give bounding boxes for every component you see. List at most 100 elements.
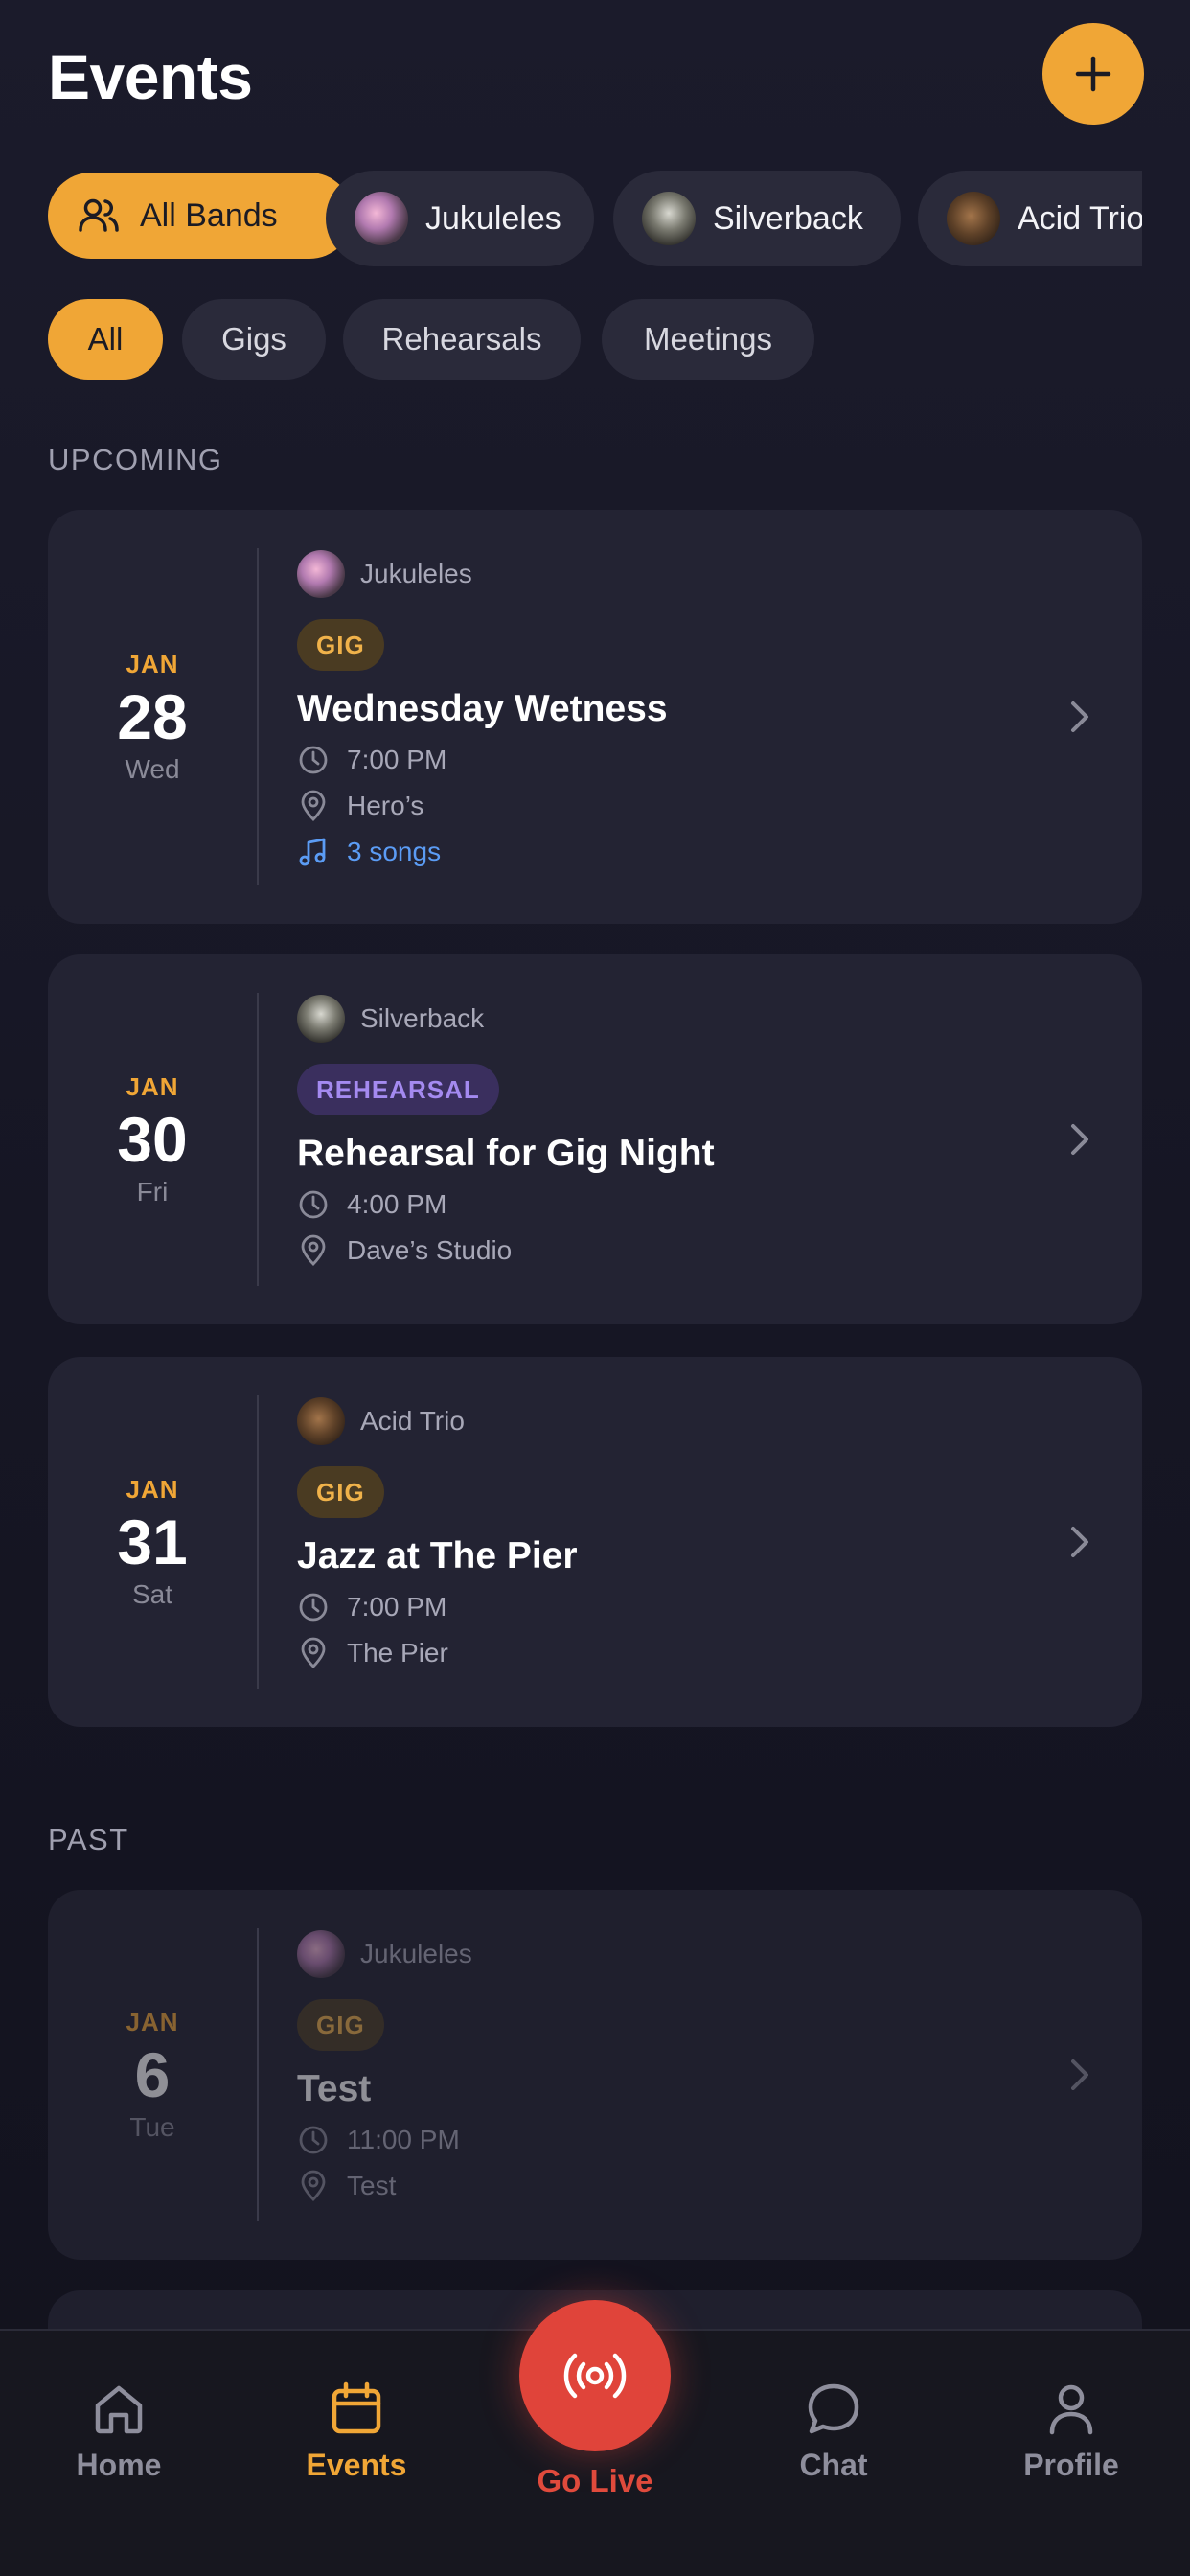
clock-icon: [299, 2126, 328, 2154]
type-chip-rehearsals[interactable]: Rehearsals: [343, 299, 581, 380]
event-day: 31: [117, 1506, 188, 1577]
events-screen: Events All Bands Jukuleles Silverback Ac: [0, 0, 1190, 2576]
avatar: [297, 995, 345, 1043]
event-band-name: Jukuleles: [360, 559, 472, 588]
band-filter-row[interactable]: All Bands Jukuleles Silverback Acid Trio: [48, 171, 1142, 270]
add-event-button[interactable]: [1042, 23, 1144, 125]
event-location: The Pier: [297, 1637, 1027, 1669]
event-details: Acid Trio GIG Jazz at The Pier 7:00 PM T…: [297, 1395, 1027, 1669]
event-date: JAN 6 Tue: [48, 1890, 257, 2260]
location-pin-icon: [301, 790, 326, 821]
event-card[interactable]: JAN 28 Wed Jukuleles GIG Wednesday Wetne…: [48, 510, 1142, 924]
event-type-badge: REHEARSAL: [297, 1064, 499, 1116]
page-title: Events: [48, 41, 253, 112]
avatar: [947, 192, 1000, 245]
event-time: 11:00 PM: [297, 2124, 1027, 2156]
event-details: Jukuleles GIG Wednesday Wetness 7:00 PM …: [297, 548, 1027, 868]
event-month: JAN: [126, 2007, 179, 2036]
band-chip-jukuleles[interactable]: Jukuleles: [326, 171, 594, 266]
avatar: [297, 1930, 345, 1978]
event-weekday: Tue: [129, 2111, 175, 2142]
music-note-icon: [299, 838, 326, 866]
location-pin-icon: [301, 2170, 326, 2201]
event-details: Silverback REHEARSAL Rehearsal for Gig N…: [297, 993, 1027, 1267]
location-pin-icon: [301, 1234, 326, 1266]
band-chip-acid-trio[interactable]: Acid Trio: [918, 171, 1142, 266]
type-chip-gigs[interactable]: Gigs: [182, 299, 326, 380]
avatar: [642, 192, 696, 245]
event-band-name: Acid Trio: [360, 1406, 465, 1436]
nav-chat[interactable]: Chat: [738, 2379, 929, 2483]
location-pin-icon: [301, 1637, 326, 1668]
event-time: 7:00 PM: [297, 744, 1027, 776]
event-name: Jazz at The Pier: [297, 1535, 578, 1576]
event-time-text: 11:00 PM: [347, 2125, 460, 2154]
divider: [257, 548, 259, 886]
event-card[interactable]: JAN 31 Sat Acid Trio GIG Jazz at The Pie…: [48, 1357, 1142, 1727]
chevron-right-icon: [1071, 2059, 1088, 2090]
type-chip-meetings[interactable]: Meetings: [602, 299, 814, 380]
nav-events-label: Events: [306, 2448, 407, 2482]
event-month: JAN: [126, 1474, 179, 1504]
plus-icon: [1075, 56, 1111, 92]
nav-home-label: Home: [76, 2448, 162, 2482]
event-band: Silverback: [297, 993, 1027, 1045]
event-day: 6: [134, 2038, 171, 2110]
event-month: JAN: [126, 1071, 179, 1101]
avatar: [297, 1397, 345, 1445]
event-type-badge: GIG: [297, 1466, 384, 1518]
divider: [257, 1928, 259, 2221]
event-weekday: Wed: [125, 753, 180, 784]
clock-icon: [299, 1593, 328, 1622]
band-chip-silverback[interactable]: Silverback: [613, 171, 901, 266]
event-location: Test: [297, 2170, 1027, 2202]
event-songs-text: 3 songs: [347, 837, 442, 866]
band-chip-label: All Bands: [140, 196, 278, 234]
event-location-text: Hero’s: [347, 791, 424, 820]
chat-bubble-icon: [808, 2383, 859, 2434]
broadcast-icon: [563, 2353, 627, 2399]
event-time: 4:00 PM: [297, 1188, 1027, 1221]
chevron-right-icon: [1071, 702, 1088, 732]
event-weekday: Sat: [131, 1578, 173, 1609]
event-band: Jukuleles: [297, 1928, 1027, 1980]
section-heading-past: PAST: [48, 1823, 129, 1856]
go-live-button[interactable]: [519, 2300, 671, 2451]
event-type-badge: GIG: [297, 619, 384, 671]
event-date: JAN 30 Fri: [48, 954, 257, 1324]
go-live-label: Go Live: [537, 2463, 653, 2498]
section-heading-upcoming: UPCOMING: [48, 443, 223, 476]
nav-profile[interactable]: Profile: [975, 2379, 1167, 2483]
event-band-name: Silverback: [360, 1003, 485, 1033]
event-location: Hero’s: [297, 790, 1027, 822]
event-band: Acid Trio: [297, 1395, 1027, 1447]
chevron-right-icon: [1071, 1124, 1088, 1155]
event-location-text: Test: [347, 2171, 397, 2200]
event-time-text: 4:00 PM: [347, 1189, 447, 1219]
event-songs[interactable]: 3 songs: [297, 836, 1027, 868]
event-name: Wednesday Wetness: [297, 688, 668, 729]
event-name: Rehearsal for Gig Night: [297, 1133, 715, 1174]
band-chip-all[interactable]: All Bands: [48, 172, 353, 259]
avatar: [297, 550, 345, 598]
event-time-text: 7:00 PM: [347, 745, 447, 774]
event-card[interactable]: JAN 30 Fri Silverback REHEARSAL Rehearsa…: [48, 954, 1142, 1324]
event-card[interactable]: JAN 6 Tue Jukuleles GIG Test 11:00 PM Te…: [48, 1890, 1142, 2260]
band-chip-label: Silverback: [713, 199, 863, 237]
event-weekday: Fri: [136, 1176, 169, 1207]
event-location-text: The Pier: [347, 1638, 448, 1668]
event-month: JAN: [126, 649, 179, 678]
event-time: 7:00 PM: [297, 1591, 1027, 1623]
nav-home[interactable]: Home: [23, 2379, 215, 2483]
event-time-text: 7:00 PM: [347, 1592, 447, 1622]
type-chip-all[interactable]: All: [48, 299, 163, 380]
calendar-icon: [332, 2381, 381, 2434]
event-details: Jukuleles GIG Test 11:00 PM Test: [297, 1928, 1027, 2202]
nav-events[interactable]: Events: [261, 2379, 452, 2483]
person-icon: [1049, 2384, 1093, 2435]
clock-icon: [299, 746, 328, 774]
event-name: Test: [297, 2068, 372, 2109]
event-type-badge: GIG: [297, 1999, 384, 2051]
event-band: Jukuleles: [297, 548, 1027, 600]
nav-chat-label: Chat: [799, 2448, 868, 2482]
